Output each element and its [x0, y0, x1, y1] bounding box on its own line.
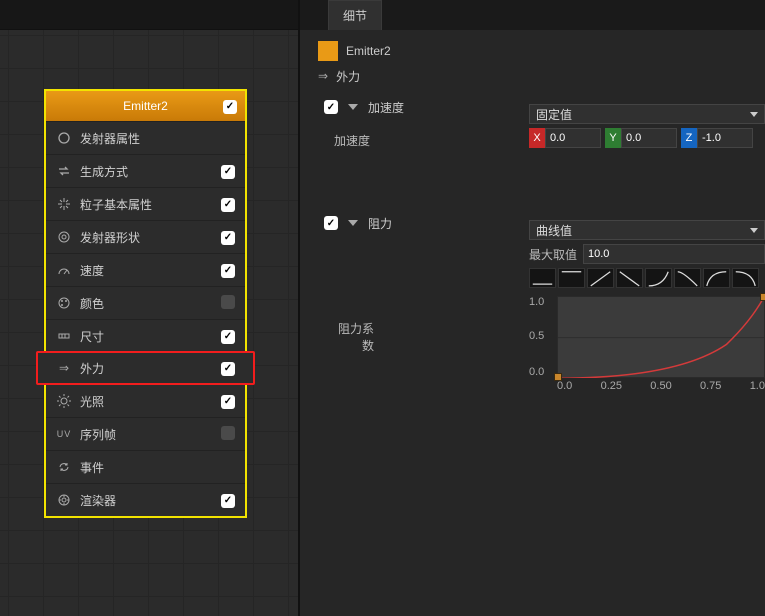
- accel-y-input[interactable]: [621, 128, 677, 148]
- drag-label: 阻力系数: [328, 320, 378, 354]
- module-row-checkbox[interactable]: [221, 264, 235, 278]
- curve-preset-3[interactable]: [616, 268, 643, 288]
- module-row-label: 生成方式: [80, 163, 213, 180]
- module-row-sun[interactable]: 光照: [46, 384, 245, 417]
- breadcrumb-section: 外力: [336, 68, 360, 85]
- swap-icon: [56, 163, 72, 179]
- breadcrumb: Emitter2: [318, 40, 747, 62]
- accel-enable-checkbox[interactable]: [324, 100, 338, 114]
- module-row-checkbox[interactable]: [221, 426, 235, 440]
- circle-icon: [56, 130, 72, 146]
- drag-enable-checkbox[interactable]: [324, 216, 338, 230]
- ruler-icon: [56, 328, 72, 344]
- module-row-circle[interactable]: 发射器属性: [46, 121, 245, 154]
- module-row-checkbox[interactable]: [221, 231, 235, 245]
- module-row-checkbox[interactable]: [221, 330, 235, 344]
- tab-details[interactable]: 细节: [328, 0, 382, 30]
- spark-icon: [56, 196, 72, 212]
- module-row-swap[interactable]: 生成方式: [46, 154, 245, 187]
- module-header-checkbox[interactable]: [223, 100, 237, 114]
- module-row-label: 渲染器: [80, 492, 213, 509]
- module-row-checkbox[interactable]: [221, 395, 235, 409]
- module-row-checkbox[interactable]: [221, 165, 235, 179]
- module-row-label: 发射器形状: [80, 229, 213, 246]
- uv-icon: UV: [56, 426, 72, 442]
- palette-icon: [56, 295, 72, 311]
- accel-collapse-toggle[interactable]: [348, 104, 358, 110]
- curve-handle-end[interactable]: [760, 293, 765, 301]
- drag-heading: 阻力: [368, 215, 392, 232]
- emitter-swatch-icon: [318, 41, 338, 61]
- breadcrumb-emitter: Emitter2: [346, 44, 391, 58]
- accel-mode-dropdown[interactable]: 固定值: [529, 104, 765, 124]
- drag-max-label: 最大取值: [529, 246, 577, 263]
- z-axis-icon: Z: [681, 128, 697, 148]
- arrows-icon: ⇒: [56, 360, 72, 376]
- drag-max-input[interactable]: [583, 244, 765, 264]
- curve-handle-start[interactable]: [554, 373, 562, 381]
- accel-x-input[interactable]: [545, 128, 601, 148]
- module-row-label: 尺寸: [80, 328, 213, 345]
- target-icon: [56, 229, 72, 245]
- accel-label: 加速度: [324, 132, 374, 149]
- drag-collapse-toggle[interactable]: [348, 220, 358, 226]
- module-row-label: 序列帧: [80, 426, 213, 443]
- render-icon: [56, 492, 72, 508]
- cycle-icon: [56, 459, 72, 475]
- accel-z-input[interactable]: [697, 128, 753, 148]
- curve-preset-7[interactable]: [732, 268, 759, 288]
- y-axis-icon: Y: [605, 128, 621, 148]
- module-row-spark[interactable]: 粒子基本属性: [46, 187, 245, 220]
- module-row-ruler[interactable]: 尺寸: [46, 319, 245, 352]
- module-row-label: 外力: [80, 360, 213, 377]
- tab-bar: 细节: [300, 0, 765, 30]
- module-row-arrows[interactable]: ⇒ 外力: [36, 351, 255, 385]
- module-row-label: 事件: [80, 459, 213, 476]
- ytick: 0.0: [529, 366, 544, 378]
- module-header[interactable]: Emitter2: [46, 91, 245, 121]
- curve-plot[interactable]: [557, 296, 765, 378]
- curve-preset-0[interactable]: [529, 268, 556, 288]
- module-row-label: 发射器属性: [80, 130, 213, 147]
- module-row-checkbox[interactable]: [221, 494, 235, 508]
- curve-preset-2[interactable]: [587, 268, 614, 288]
- module-grid[interactable]: Emitter2 发射器属性生成方式粒子基本属性发射器形状速度颜色尺寸 ⇒ 外力光照…: [0, 30, 298, 616]
- sun-icon: [56, 393, 72, 409]
- module-row-palette[interactable]: 颜色: [46, 286, 245, 319]
- drag-mode-dropdown[interactable]: 曲线值: [529, 220, 765, 240]
- module-title: Emitter2: [123, 99, 168, 113]
- module-row-checkbox[interactable]: [221, 295, 235, 309]
- curve-preset-4[interactable]: [645, 268, 672, 288]
- module-row-label: 颜色: [80, 295, 213, 312]
- module-row-label: 粒子基本属性: [80, 196, 213, 213]
- ytick: 0.5: [529, 330, 544, 342]
- module-row-gauge[interactable]: 速度: [46, 253, 245, 286]
- module-row-label: 光照: [80, 393, 213, 410]
- left-toolbar: [0, 0, 298, 30]
- module-row-checkbox[interactable]: [221, 198, 235, 212]
- ytick: 1.0: [529, 296, 544, 308]
- module-row-render[interactable]: 渲染器: [46, 483, 245, 516]
- chevron-down-icon: [750, 112, 758, 117]
- module-row-checkbox[interactable]: [221, 362, 235, 376]
- x-axis-icon: X: [529, 128, 545, 148]
- module-row-target[interactable]: 发射器形状: [46, 220, 245, 253]
- module-row-label: 速度: [80, 262, 213, 279]
- module-stack: Emitter2 发射器属性生成方式粒子基本属性发射器形状速度颜色尺寸 ⇒ 外力光照…: [44, 89, 247, 518]
- chevron-down-icon: [750, 228, 758, 233]
- xtick-row: 0.0 0.25 0.50 0.75 1.0: [557, 380, 765, 392]
- module-row-cycle[interactable]: 事件: [46, 450, 245, 483]
- curve-preset-5[interactable]: [674, 268, 701, 288]
- gauge-icon: [56, 262, 72, 278]
- curve-editor[interactable]: 1.0 0.5 0.0: [529, 296, 765, 392]
- module-row-uv[interactable]: UV 序列帧: [46, 417, 245, 450]
- curve-preset-6[interactable]: [703, 268, 730, 288]
- curve-preset-1[interactable]: [558, 268, 585, 288]
- arrows-icon: ⇒: [318, 69, 328, 83]
- accel-heading: 加速度: [368, 99, 404, 116]
